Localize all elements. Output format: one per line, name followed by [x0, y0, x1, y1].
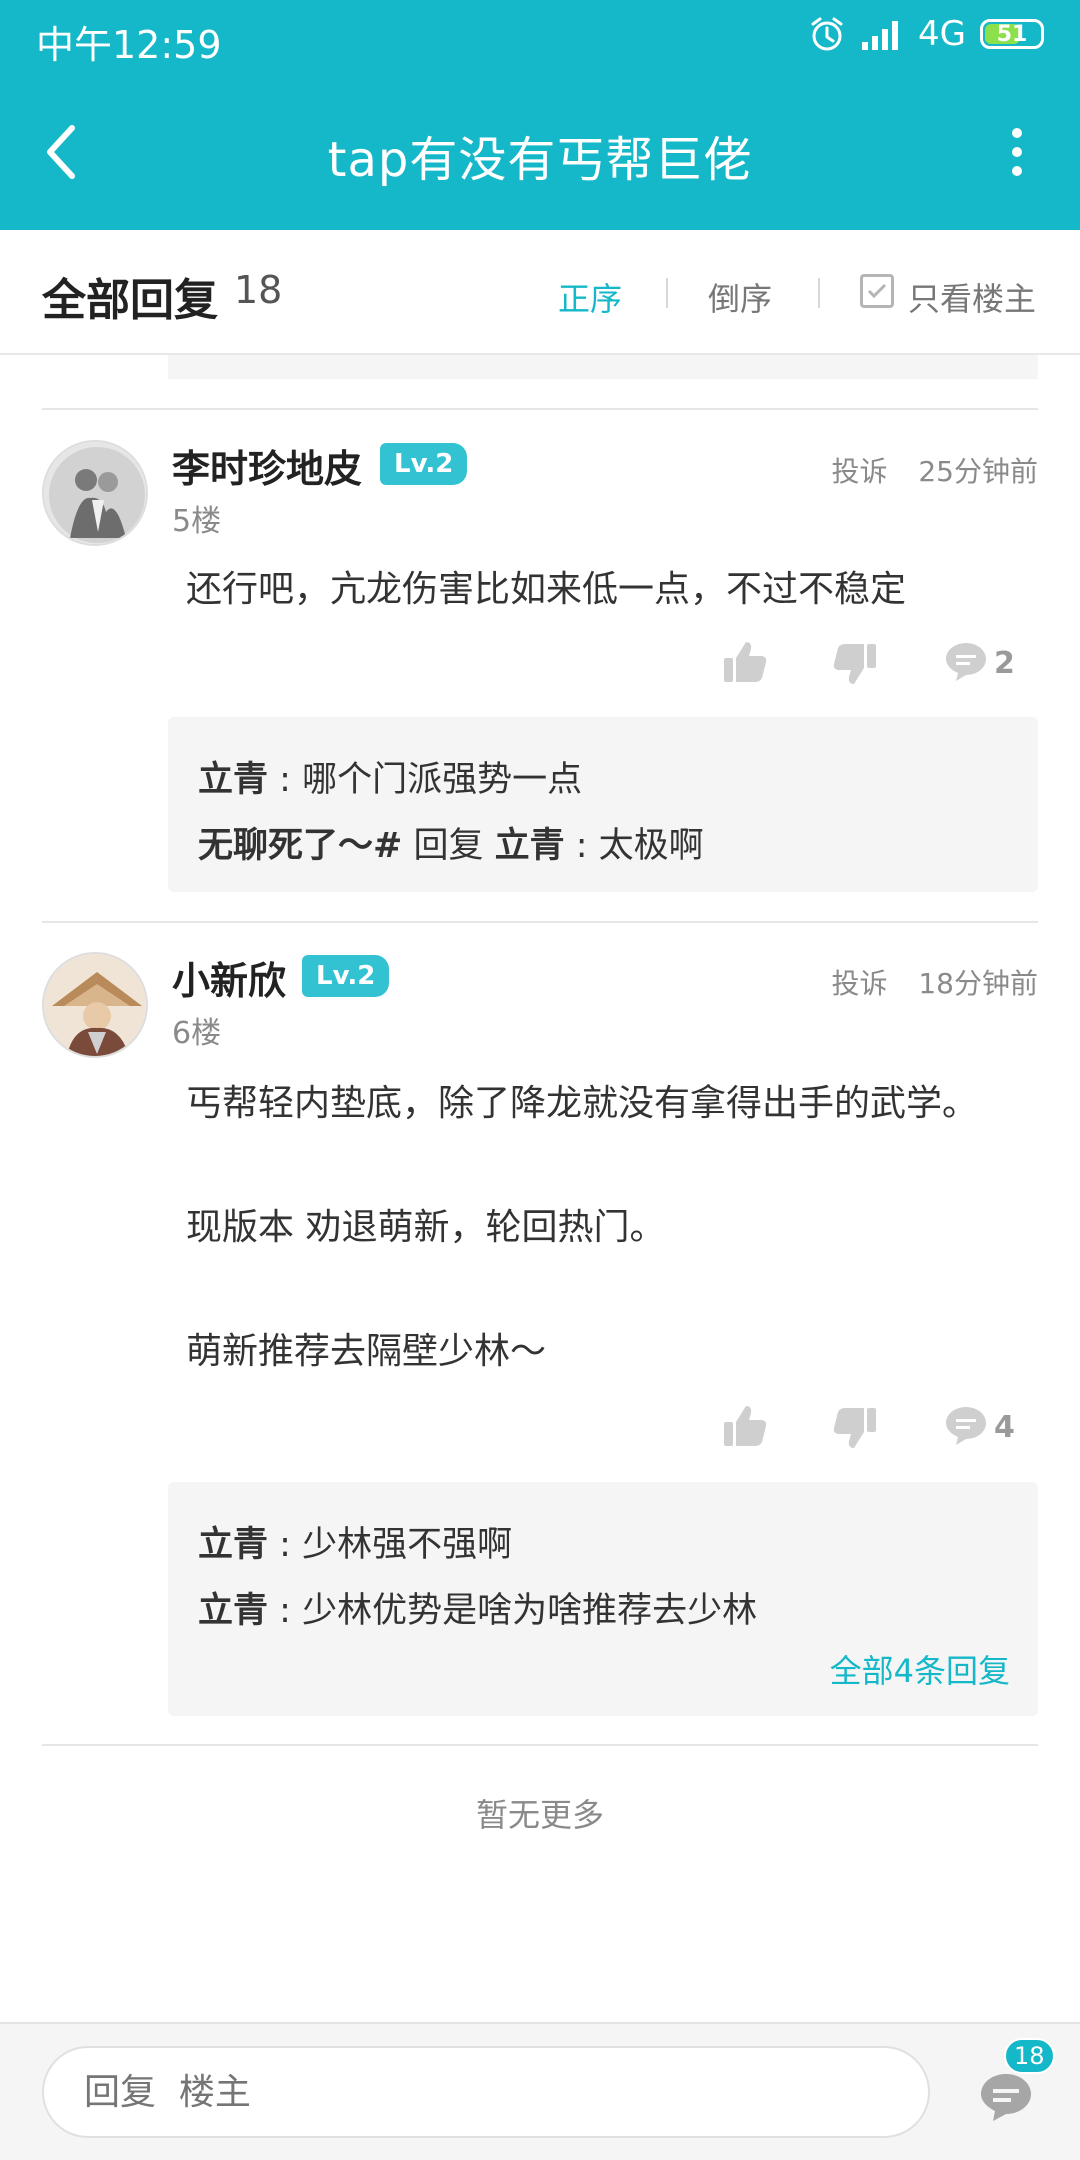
post-content: 萌新推荐去隔壁少林～: [186, 1331, 547, 1372]
no-more-text: 暂无更多: [475, 1796, 604, 1834]
level-badge: Lv.2: [302, 955, 390, 997]
divider: [42, 1744, 1038, 1746]
sub-reply-mid: 回复: [402, 826, 495, 866]
post-content: 还行吧，亢龙伤害比如来低一点，不过不稳定: [186, 569, 907, 610]
sub-reply[interactable]: 立青 : 少林强不强啊: [198, 1516, 512, 1567]
post-time: 18分钟前: [918, 967, 1038, 1000]
sub-reply[interactable]: 立青 : 少林优势是啥为啥推荐去少林: [198, 1582, 757, 1633]
battery-icon: 51: [980, 19, 1044, 49]
status-time: 中午12:59: [36, 23, 222, 67]
comment-count-badge[interactable]: 18: [1004, 2038, 1055, 2074]
sort-descending-tab[interactable]: 倒序: [708, 274, 772, 320]
sub-reply-sep: :: [268, 1525, 303, 1565]
top-app-bar: 中午12:59 4G 51 tap有没有丐帮巨佬: [0, 0, 1080, 230]
sub-reply-text: 太极啊: [598, 826, 704, 866]
sub-reply[interactable]: 无聊死了～# 回复 立青 : 太极啊: [198, 817, 704, 868]
thumb-up-icon[interactable]: [722, 638, 768, 684]
post-content: 丐帮轻内垫底，除了降龙就没有拿得出手的武学。: [186, 1083, 979, 1124]
sort-ascending-tab[interactable]: 正序: [558, 274, 622, 320]
only-op-filter[interactable]: 只看楼主: [908, 274, 1036, 320]
checkbox-icon[interactable]: [860, 274, 894, 308]
reply-total-count: 18: [234, 268, 283, 312]
sub-replies-box[interactable]: 立青 : 少林强不强啊 立青 : 少林优势是啥为啥推荐去少林 全部4条回复: [168, 1482, 1038, 1716]
report-link[interactable]: 投诉: [831, 455, 887, 488]
report-link[interactable]: 投诉: [831, 967, 887, 1000]
reply-count[interactable]: 4: [994, 1410, 1015, 1445]
comment-icon[interactable]: [944, 640, 988, 682]
sub-reply-text: 少林优势是啥为啥推荐去少林: [302, 1591, 758, 1631]
more-vertical-icon[interactable]: [1012, 128, 1022, 176]
sub-reply-sep: :: [268, 760, 303, 800]
sub-replies-box[interactable]: 立青 : 哪个门派强势一点 无聊死了～# 回复 立青 : 太极啊: [168, 717, 1038, 892]
level-badge: Lv.2: [380, 443, 468, 485]
replies-sort-bar: 全部回复 18 正序 倒序 只看楼主: [0, 230, 1080, 355]
post-time: 25分钟前: [918, 455, 1038, 488]
sub-reply-text: 少林强不强啊: [302, 1525, 513, 1565]
post-meta: 投诉 25分钟前: [831, 450, 1038, 490]
sub-reply-user[interactable]: 立青: [198, 1591, 268, 1631]
comment-icon[interactable]: [978, 2070, 1034, 2124]
reply-count[interactable]: 2: [994, 646, 1015, 681]
see-all-replies-link[interactable]: 全部4条回复: [830, 1646, 1010, 1692]
avatar[interactable]: [42, 952, 148, 1058]
thumb-down-icon[interactable]: [832, 642, 878, 688]
floor-number: 6楼: [172, 1016, 222, 1051]
sub-reply-sep: :: [564, 826, 599, 866]
signal-icon: [862, 21, 899, 50]
post-content: 现版本 劝退萌新，轮回热门。: [186, 1207, 666, 1248]
reply-input[interactable]: [42, 2046, 930, 2138]
thumb-up-icon[interactable]: [722, 1402, 768, 1448]
sub-reply-target[interactable]: 立青: [495, 826, 565, 866]
battery-level: 51: [996, 21, 1028, 47]
alarm-icon: [811, 17, 843, 51]
thumb-down-icon[interactable]: [832, 1406, 878, 1452]
sub-reply-user[interactable]: 无聊死了～#: [198, 826, 402, 866]
divider: [42, 921, 1038, 923]
page-title: tap有没有丐帮巨佬: [327, 132, 753, 188]
sort-divider: [818, 278, 820, 308]
sort-divider: [666, 278, 668, 308]
sub-reply-text: 哪个门派强势一点: [302, 760, 583, 800]
avatar[interactable]: [42, 440, 148, 546]
sub-reply[interactable]: 立青 : 哪个门派强势一点: [198, 751, 582, 802]
post-username[interactable]: 小新欣: [172, 950, 286, 1005]
status-icons: 4G 51: [808, 14, 1044, 54]
post-meta: 投诉 18分钟前: [831, 962, 1038, 1002]
floor-number: 5楼: [172, 504, 222, 539]
network-type: 4G: [918, 14, 966, 54]
all-replies-heading: 全部回复: [42, 275, 218, 326]
post-username[interactable]: 李时珍地皮: [172, 438, 362, 493]
sub-reply-sep: :: [268, 1591, 303, 1631]
sub-reply-user[interactable]: 立青: [198, 760, 268, 800]
divider: [42, 408, 1038, 410]
bottom-reply-bar: [0, 2022, 1080, 2160]
comment-icon[interactable]: [944, 1404, 988, 1446]
previous-reply-box: [168, 355, 1038, 379]
sub-reply-user[interactable]: 立青: [198, 1525, 268, 1565]
